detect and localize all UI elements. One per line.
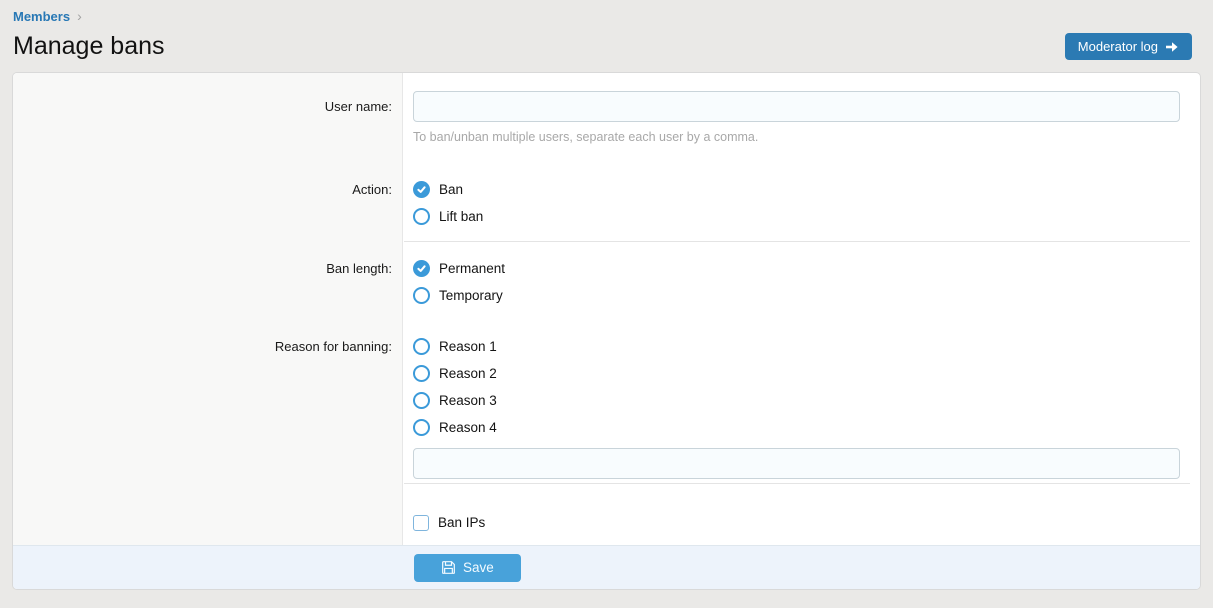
ban-length-label: Ban length: [13,260,403,304]
radio-label: Temporary [439,287,503,304]
radio-unchecked-icon[interactable] [413,419,430,436]
radio-label: Lift ban [439,208,483,225]
save-button[interactable]: Save [414,554,521,582]
radio-option-lift-ban[interactable]: Lift ban [413,208,1180,225]
moderator-log-label: Moderator log [1078,39,1158,54]
breadcrumb-members-link[interactable]: Members [13,9,70,24]
user-name-input[interactable] [413,91,1180,122]
radio-label: Permanent [439,260,505,277]
checkbox-unchecked-icon[interactable] [413,515,429,531]
reason-options: Reason 1 Reason 2 Reason 3 Reason 4 [413,338,1180,436]
ban-length-row: Ban length: Permanent Temporary [13,242,1200,304]
chevron-right-icon: › [77,10,82,23]
action-options: Ban Lift ban [413,181,1180,225]
breadcrumb: Members › [13,9,1200,24]
radio-unchecked-icon[interactable] [413,208,430,225]
action-row: Action: Ban Lift ban [13,181,1200,225]
radio-label: Reason 3 [439,392,497,409]
radio-checked-icon[interactable] [413,260,430,277]
radio-option-reason-2[interactable]: Reason 2 [413,365,1180,382]
radio-option-reason-1[interactable]: Reason 1 [413,338,1180,355]
ban-ips-row: Ban IPs [13,484,1200,548]
radio-option-reason-4[interactable]: Reason 4 [413,419,1180,436]
radio-label: Ban [439,181,463,198]
ban-ips-option[interactable]: Ban IPs [413,514,1180,531]
reason-custom-input[interactable] [413,448,1180,479]
ban-length-options: Permanent Temporary [413,260,1180,304]
reason-label: Reason for banning: [13,338,403,479]
ban-ips-label-spacer [13,514,403,531]
save-button-label: Save [463,560,494,575]
radio-label: Reason 2 [439,365,497,382]
user-name-label: User name: [13,91,403,145]
checkbox-label: Ban IPs [438,514,485,531]
radio-unchecked-icon[interactable] [413,392,430,409]
radio-checked-icon[interactable] [413,181,430,198]
radio-option-permanent[interactable]: Permanent [413,260,1180,277]
moderator-log-button[interactable]: Moderator log [1065,33,1192,60]
radio-option-ban[interactable]: Ban [413,181,1180,198]
floppy-disk-icon [441,560,456,575]
user-name-control: To ban/unban multiple users, separate ea… [403,91,1200,145]
radio-label: Reason 4 [439,419,497,436]
action-label: Action: [13,181,403,225]
radio-unchecked-icon[interactable] [413,365,430,382]
radio-label: Reason 1 [439,338,497,355]
form-footer: Save [13,545,1200,589]
arrow-right-icon [1165,41,1179,53]
page-title: Manage bans [13,32,1200,61]
user-name-hint: To ban/unban multiple users, separate ea… [413,130,1180,145]
radio-unchecked-icon[interactable] [413,287,430,304]
radio-option-reason-3[interactable]: Reason 3 [413,392,1180,409]
radio-option-temporary[interactable]: Temporary [413,287,1180,304]
top-bar: Members › [0,0,1213,24]
manage-bans-form-panel: User name: To ban/unban multiple users, … [12,72,1201,590]
radio-unchecked-icon[interactable] [413,338,430,355]
user-name-row: User name: To ban/unban multiple users, … [13,73,1200,145]
reason-row: Reason for banning: Reason 1 Reason 2 Re… [13,338,1200,479]
